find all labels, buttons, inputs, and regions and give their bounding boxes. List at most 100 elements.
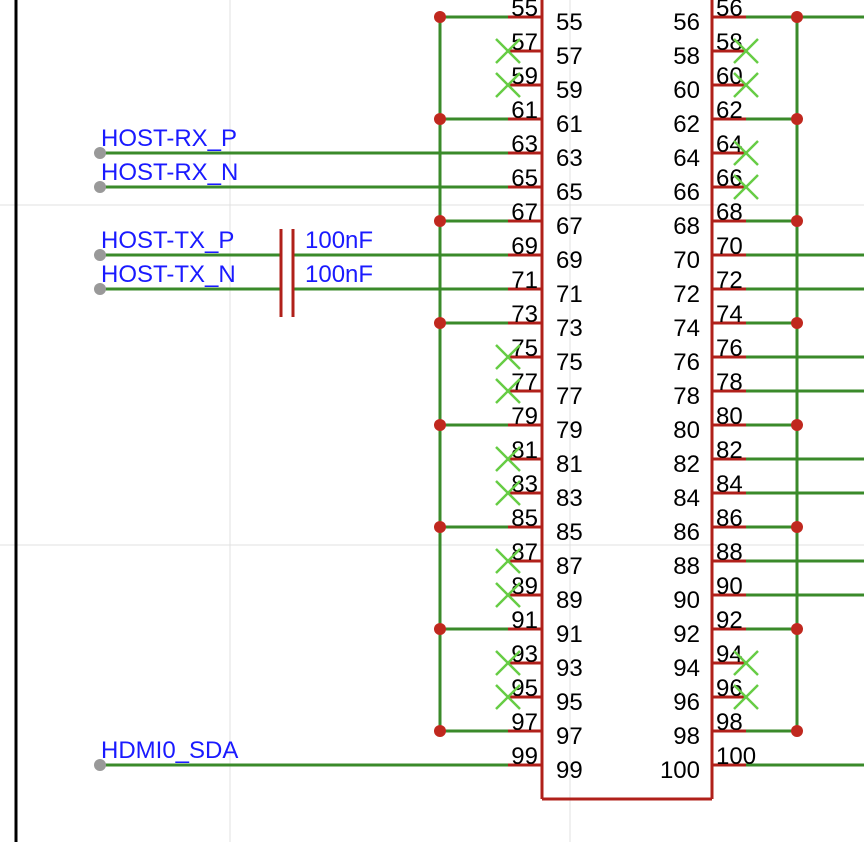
pin-number-outer-left: 99 — [511, 743, 538, 770]
pin-number-inner-left: 77 — [556, 383, 583, 410]
pin-number-inner-left: 91 — [556, 621, 583, 648]
pin-number-inner-right: 62 — [673, 111, 700, 138]
pin-number-inner-left: 59 — [556, 77, 583, 104]
pin-number-inner-right: 86 — [673, 519, 700, 546]
pin-number-inner-left: 65 — [556, 179, 583, 206]
capacitor-value: 100nF — [305, 227, 373, 254]
pin-number-inner-left: 73 — [556, 315, 583, 342]
pin-number-outer-right: 56 — [716, 0, 743, 22]
pin-number-outer-right: 90 — [716, 573, 743, 600]
pin-number-inner-right: 78 — [673, 383, 700, 410]
junction-left-15 — [434, 521, 446, 533]
junction-left-21 — [434, 725, 446, 737]
pin-number-outer-left: 67 — [511, 199, 538, 226]
pin-number-outer-left: 91 — [511, 607, 538, 634]
pin-number-inner-left: 69 — [556, 247, 583, 274]
pin-number-outer-left: 85 — [511, 505, 538, 532]
pin-number-inner-left: 83 — [556, 485, 583, 512]
junction-left-9 — [434, 317, 446, 329]
pin-number-outer-left: 79 — [511, 403, 538, 430]
pin-number-inner-right: 70 — [673, 247, 700, 274]
pin-number-inner-left: 67 — [556, 213, 583, 240]
pin-number-outer-right: 98 — [716, 709, 743, 736]
pin-number-inner-right: 76 — [673, 349, 700, 376]
pin-number-outer-right: 82 — [716, 437, 743, 464]
pin-number-inner-right: 66 — [673, 179, 700, 206]
junction-left-12 — [434, 419, 446, 431]
pin-number-inner-right: 88 — [673, 553, 700, 580]
pin-number-outer-left: 61 — [511, 97, 538, 124]
junction-right-12 — [791, 419, 803, 431]
pin-number-inner-left: 99 — [556, 757, 583, 784]
pin-number-outer-right: 84 — [716, 471, 743, 498]
pin-number-inner-left: 55 — [556, 9, 583, 36]
junction-right-6 — [791, 215, 803, 227]
junction-left-0 — [434, 11, 446, 23]
pin-number-inner-right: 84 — [673, 485, 700, 512]
pin-number-inner-left: 97 — [556, 723, 583, 750]
pin-number-outer-right: 68 — [716, 199, 743, 226]
net-port-host-tx_n[interactable] — [94, 283, 106, 295]
junction-right-9 — [791, 317, 803, 329]
pin-number-inner-right: 80 — [673, 417, 700, 444]
pin-number-inner-right: 94 — [673, 655, 700, 682]
pin-number-inner-right: 92 — [673, 621, 700, 648]
net-port-hdmi0_sda[interactable] — [94, 759, 106, 771]
junction-left-6 — [434, 215, 446, 227]
pin-number-inner-right: 68 — [673, 213, 700, 240]
pin-number-outer-left: 73 — [511, 301, 538, 328]
pin-number-inner-left: 87 — [556, 553, 583, 580]
pin-number-inner-right: 74 — [673, 315, 700, 342]
pin-number-inner-left: 79 — [556, 417, 583, 444]
net-port-host-rx_p[interactable] — [94, 147, 106, 159]
junction-right-21 — [791, 725, 803, 737]
pin-number-outer-right: 70 — [716, 233, 743, 260]
pin-number-outer-left: 69 — [511, 233, 538, 260]
junction-left-18 — [434, 623, 446, 635]
schematic-svg: 5555575759596161636365656767696971717373… — [0, 0, 864, 842]
net-label: HOST-TX_P — [101, 227, 234, 254]
schematic-canvas[interactable]: 55 55 57 57 59 59 61 61 63 63 65 65 67 67 69 69 71 71 73 73… — [0, 0, 864, 842]
pin-number-outer-right: 76 — [716, 335, 743, 362]
net-label: HOST-RX_N — [101, 159, 238, 186]
pin-number-outer-right: 100 — [716, 743, 756, 770]
junction-right-15 — [791, 521, 803, 533]
pin-number-inner-right: 90 — [673, 587, 700, 614]
pin-number-inner-right: 100 — [660, 757, 700, 784]
pin-number-outer-right: 74 — [716, 301, 743, 328]
capacitor-value: 100nF — [305, 261, 373, 288]
pin-number-inner-left: 81 — [556, 451, 583, 478]
pin-number-inner-left: 85 — [556, 519, 583, 546]
pin-number-inner-left: 63 — [556, 145, 583, 172]
pin-number-outer-right: 78 — [716, 369, 743, 396]
pin-number-inner-right: 56 — [673, 9, 700, 36]
pin-number-inner-right: 82 — [673, 451, 700, 478]
net-label: HOST-RX_P — [101, 125, 237, 152]
pin-number-inner-left: 75 — [556, 349, 583, 376]
junction-right-0 — [791, 11, 803, 23]
pin-number-outer-right: 72 — [716, 267, 743, 294]
pin-number-outer-left: 65 — [511, 165, 538, 192]
junction-right-18 — [791, 623, 803, 635]
pin-number-outer-right: 88 — [716, 539, 743, 566]
pin-number-inner-right: 64 — [673, 145, 700, 172]
pin-number-inner-left: 95 — [556, 689, 583, 716]
pin-number-inner-left: 89 — [556, 587, 583, 614]
pin-number-outer-left: 71 — [511, 267, 538, 294]
pin-number-outer-right: 86 — [716, 505, 743, 532]
pin-number-inner-right: 72 — [673, 281, 700, 308]
pin-number-inner-right: 58 — [673, 43, 700, 70]
pin-number-outer-right: 62 — [716, 97, 743, 124]
net-port-host-tx_p[interactable] — [94, 249, 106, 261]
pin-number-inner-left: 61 — [556, 111, 583, 138]
pin-number-outer-left: 55 — [511, 0, 538, 22]
pin-number-inner-right: 96 — [673, 689, 700, 716]
junction-right-3 — [791, 113, 803, 125]
pin-number-inner-left: 57 — [556, 43, 583, 70]
text-layer: 5555575759596161636365656767696971717373… — [101, 0, 756, 784]
pin-number-outer-left: 63 — [511, 131, 538, 158]
pin-number-outer-right: 92 — [716, 607, 743, 634]
junction-left-3 — [434, 113, 446, 125]
pin-number-inner-left: 93 — [556, 655, 583, 682]
net-port-host-rx_n[interactable] — [94, 181, 106, 193]
